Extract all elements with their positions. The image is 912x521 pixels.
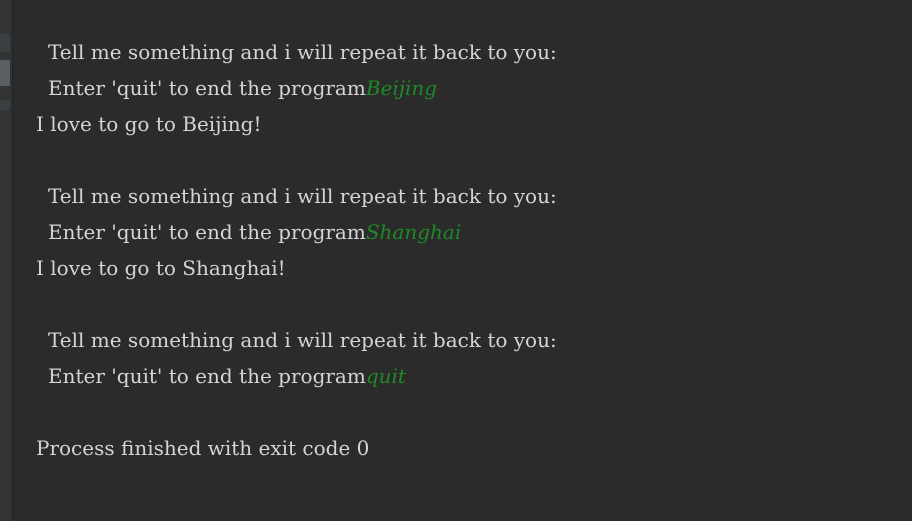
prompt-text: Tell me something and i will repeat it b… <box>48 328 557 352</box>
response-text: I love to go to Beijing! <box>36 112 262 136</box>
prompt-text: Enter 'quit' to end the program <box>48 76 366 100</box>
exit-status-text: Process finished with exit code 0 <box>36 436 370 460</box>
response-line: I love to go to Shanghai! <box>14 250 912 286</box>
rerun-button[interactable] <box>0 34 10 52</box>
prompt-text: Tell me something and i will repeat it b… <box>48 184 557 208</box>
stop-button[interactable] <box>0 60 10 86</box>
prompt-text: Enter 'quit' to end the program <box>48 220 366 244</box>
prompt-line: Tell me something and i will repeat it b… <box>14 178 912 214</box>
prompt-line: Enter 'quit' to end the programquit <box>14 358 912 394</box>
prompt-line: Tell me something and i will repeat it b… <box>14 34 912 70</box>
prompt-line: Enter 'quit' to end the programBeijing <box>14 70 912 106</box>
console-output[interactable]: Tell me something and i will repeat it b… <box>14 34 912 466</box>
response-line: I love to go to Beijing! <box>14 106 912 142</box>
console-toolbar-gutter <box>0 0 13 521</box>
response-text: I love to go to Shanghai! <box>36 256 286 280</box>
scroll-to-end-button[interactable] <box>0 100 10 110</box>
user-input-text: quit <box>365 364 406 388</box>
prompt-text: Enter 'quit' to end the program <box>48 364 366 388</box>
run-console-window: Tell me something and i will repeat it b… <box>0 0 912 521</box>
prompt-text: Tell me something and i will repeat it b… <box>48 40 557 64</box>
user-input-text: Beijing <box>365 76 438 100</box>
prompt-line: Tell me something and i will repeat it b… <box>14 322 912 358</box>
prompt-line: Enter 'quit' to end the programShanghai <box>14 214 912 250</box>
exit-status-line: Process finished with exit code 0 <box>14 430 912 466</box>
user-input-text: Shanghai <box>365 220 462 244</box>
